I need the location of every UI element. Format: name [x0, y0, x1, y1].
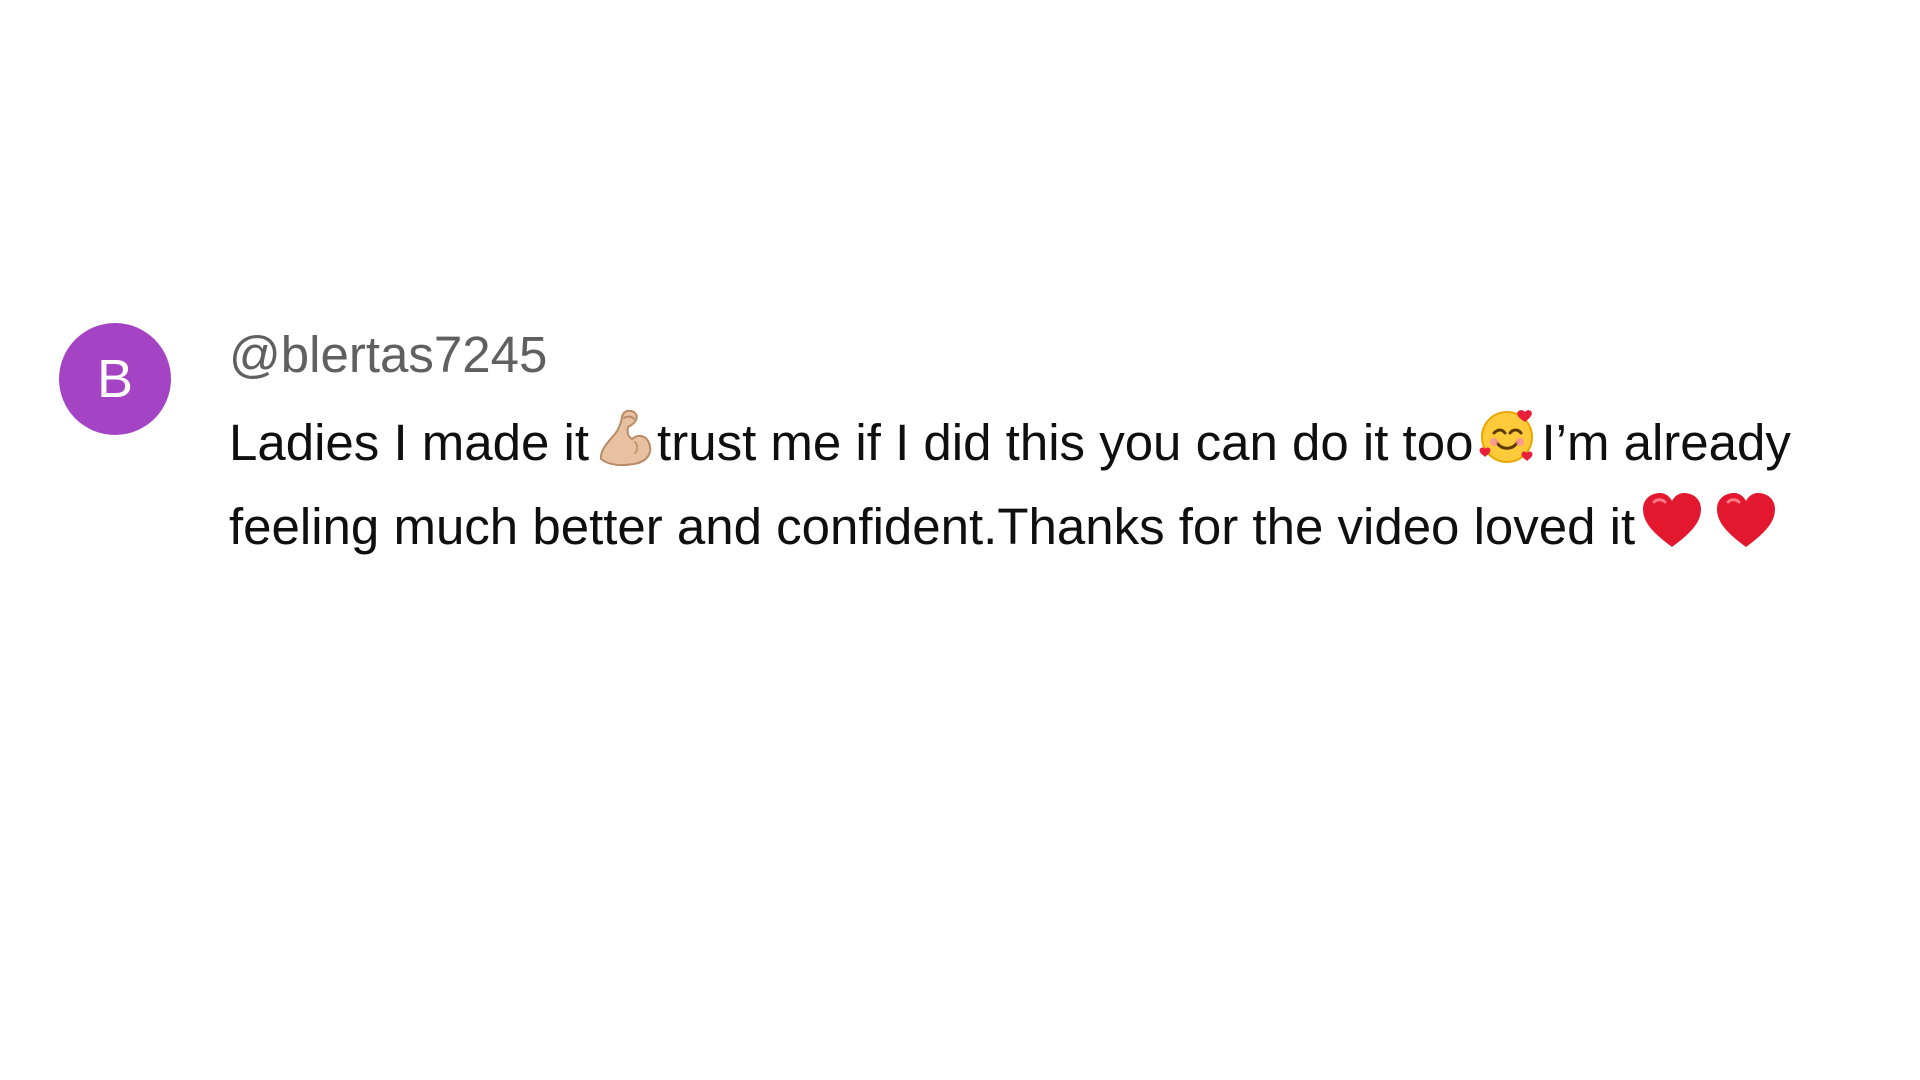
red-heart-icon: [1637, 488, 1707, 552]
avatar[interactable]: B: [59, 323, 171, 435]
smiling-face-with-hearts-icon: [1475, 404, 1539, 468]
comment-author[interactable]: @blertas7245: [229, 325, 1859, 385]
flexed-biceps-icon: [591, 404, 655, 468]
comment-content: @blertas7245 Ladies I made it trust me i…: [229, 323, 1859, 569]
comment-text-part-1: Ladies I made it: [229, 414, 590, 471]
red-heart-icon: [1711, 488, 1781, 552]
avatar-letter: B: [96, 349, 134, 409]
comment: B @blertas7245 Ladies I made it trust me…: [59, 323, 1859, 569]
comment-text-part-2: trust me if I did this you can do it too: [657, 414, 1474, 471]
comment-text: Ladies I made it trust me if I did this …: [229, 401, 1854, 569]
